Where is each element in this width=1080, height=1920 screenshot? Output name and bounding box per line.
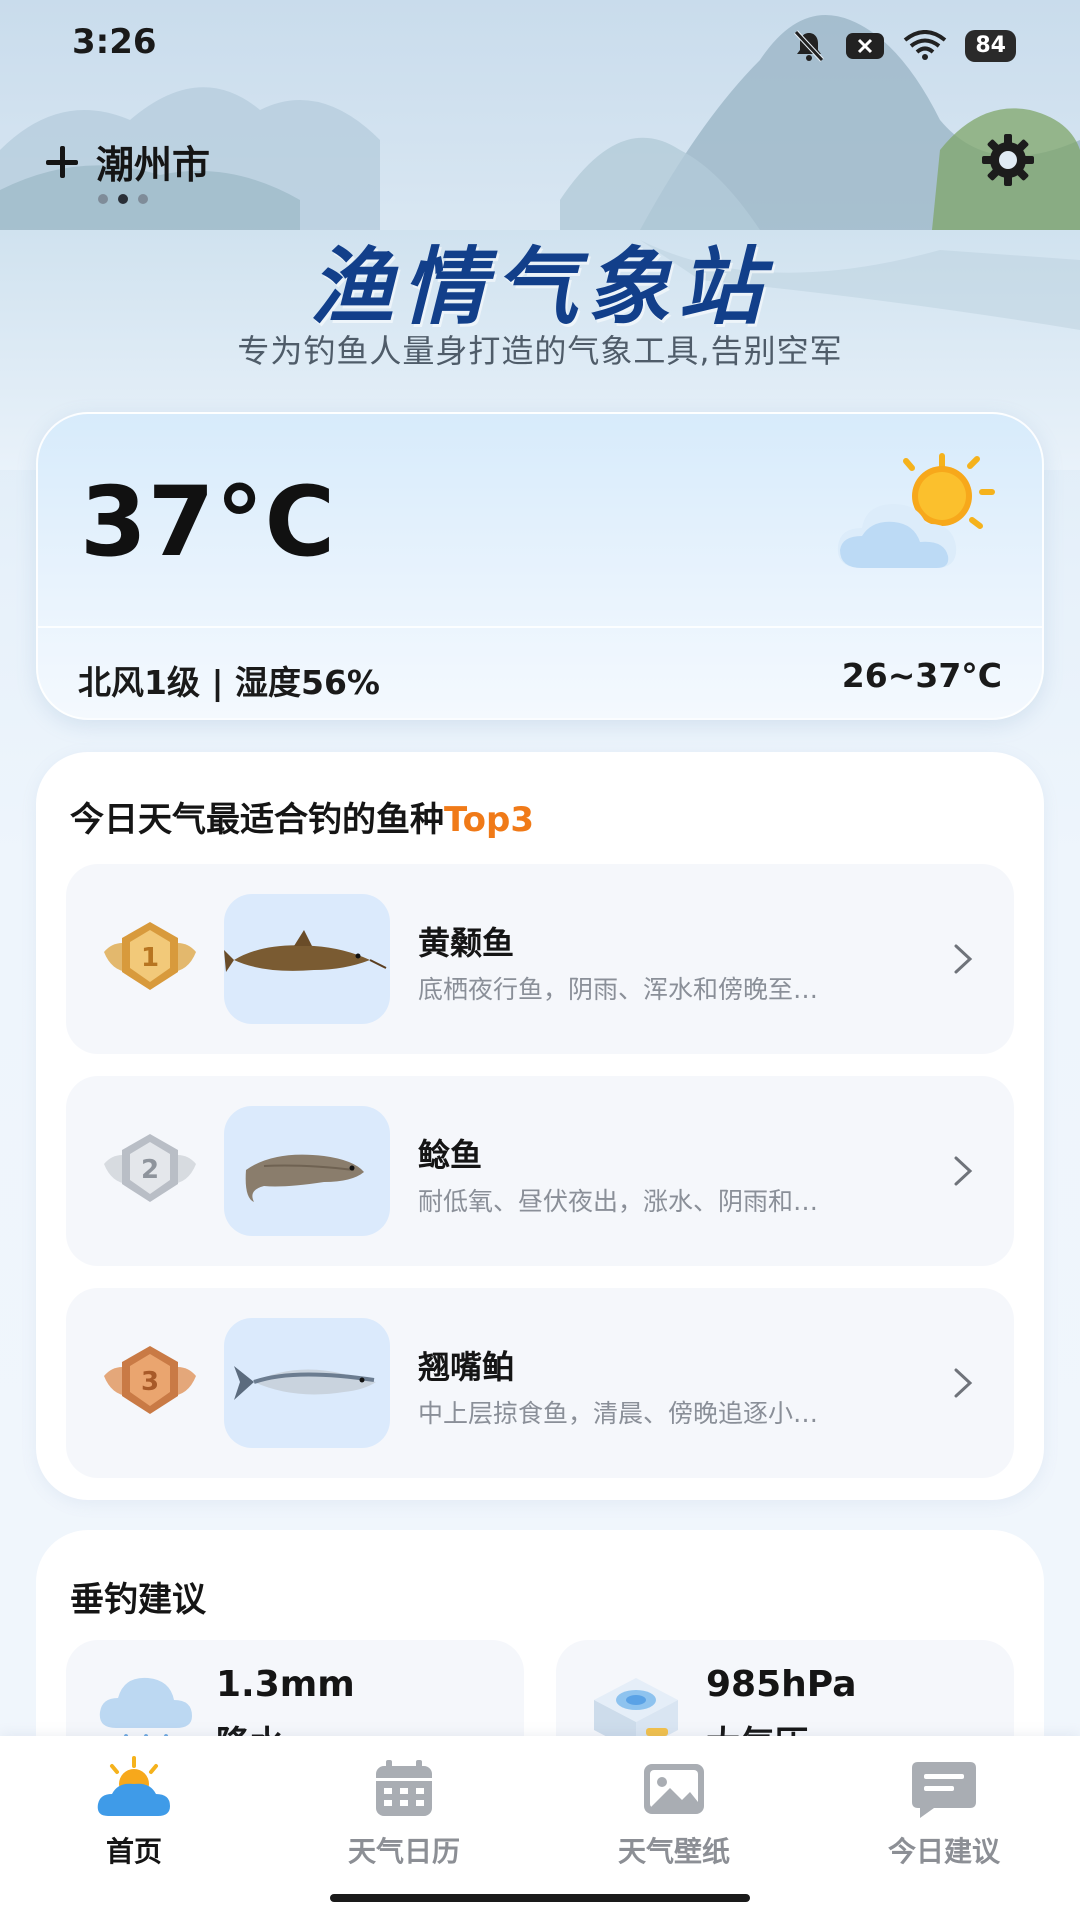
nav-wallpaper-label: 天气壁纸	[617, 1835, 730, 1868]
battery-level: 84	[965, 30, 1016, 62]
page-dot-active	[118, 194, 128, 204]
mute-bell-icon	[794, 30, 825, 62]
fish-description: 底栖夜行鱼，阴雨、浑水和傍晚至…	[418, 975, 819, 1004]
top3-fish-heading: 今日天气最适合钓的鱼种Top3	[70, 792, 534, 841]
page-dot	[138, 194, 148, 204]
pressure-value: 985hPa	[706, 1664, 857, 1705]
fish-thumbnail	[224, 1106, 390, 1236]
nav-home-label: 首页	[105, 1835, 162, 1868]
nav-advice-label: 今日建议	[887, 1835, 1000, 1868]
nav-weather-wallpaper[interactable]: 天气壁纸	[584, 1756, 764, 1870]
fish-thumbnail	[224, 1318, 390, 1448]
medal-rank: 3	[141, 1367, 159, 1397]
partly-cloudy-icon	[837, 453, 995, 568]
top3-fish-card: 今日天气最适合钓的鱼种Top3 1 黄颡鱼 底栖夜行鱼，阴雨、浑水和傍晚至… 2…	[36, 752, 1044, 1500]
chevron-right-icon	[954, 1368, 973, 1398]
nav-home[interactable]: 首页	[44, 1756, 224, 1870]
fish-description: 中上层掠食鱼，清晨、傍晚追逐小…	[418, 1399, 819, 1428]
app-subtitle: 专为钓鱼人量身打造的气象工具,告别空军	[237, 332, 843, 370]
fish-list-item[interactable]: 3 翘嘴鲌 中上层掠食鱼，清晨、傍晚追逐小…	[66, 1288, 1014, 1478]
settings-gear-icon[interactable]	[980, 132, 1036, 188]
status-time: 3:26	[72, 22, 157, 62]
bottom-navigation: 首页 天气日历 天气壁纸 今日建议	[0, 1736, 1080, 1920]
current-weather-card[interactable]: 37°C 北风1级 | 湿度56% 26~37°C	[36, 412, 1044, 720]
chevron-right-icon	[954, 1156, 973, 1186]
fish-name: 黄颡鱼	[418, 924, 515, 962]
home-weather-icon	[97, 1756, 170, 1816]
medal-rank: 2	[141, 1155, 159, 1185]
card-divider	[38, 626, 1042, 628]
sim-off-icon	[846, 33, 885, 59]
wind-humidity: 北风1级 | 湿度56%	[78, 663, 380, 702]
nav-weather-calendar[interactable]: 天气日历	[314, 1756, 494, 1870]
temperature-range: 26~37°C	[841, 656, 1002, 695]
app-title: 渔情气象站	[309, 237, 770, 336]
page-dot	[98, 194, 108, 204]
status-icons: 84	[791, 28, 1016, 64]
status-bar: 3:26 84	[0, 0, 1080, 92]
home-indicator[interactable]	[330, 1894, 750, 1902]
catfish-icon	[245, 1154, 364, 1202]
add-city-icon[interactable]	[42, 142, 82, 182]
fish-description: 耐低氧、昼伏夜出，涨水、阴雨和…	[418, 1187, 819, 1216]
medal-rank: 1	[141, 943, 159, 973]
current-temperature: 37°C	[80, 466, 337, 578]
city-page-indicator	[98, 194, 148, 204]
fish-list-item[interactable]: 2 鲶鱼 耐低氧、昼伏夜出，涨水、阴雨和…	[66, 1076, 1014, 1266]
fish-list-item[interactable]: 1 黄颡鱼 底栖夜行鱼，阴雨、浑水和傍晚至…	[66, 864, 1014, 1054]
message-icon	[912, 1762, 976, 1818]
wifi-icon	[904, 30, 947, 60]
catfish-yellow-icon	[224, 930, 387, 972]
city-selector[interactable]: 潮州市	[42, 134, 210, 189]
calendar-icon	[376, 1760, 432, 1816]
topmouth-culter-icon	[234, 1366, 376, 1400]
image-icon	[644, 1764, 704, 1814]
city-name: 潮州市	[96, 143, 211, 187]
gold-medal-icon: 1	[104, 922, 196, 990]
fish-heading-text: 今日天气最适合钓的鱼种	[70, 800, 444, 840]
fish-name: 翘嘴鲌	[418, 1348, 515, 1386]
nav-today-advice[interactable]: 今日建议	[854, 1756, 1034, 1870]
chevron-right-icon	[954, 944, 973, 974]
fish-thumbnail	[224, 894, 390, 1024]
silver-medal-icon: 2	[104, 1134, 196, 1202]
fish-name: 鲶鱼	[418, 1136, 483, 1174]
nav-calendar-label: 天气日历	[347, 1835, 460, 1868]
advice-heading: 垂钓建议	[70, 1580, 206, 1620]
precipitation-value: 1.3mm	[216, 1664, 355, 1705]
fish-heading-highlight: Top3	[444, 800, 535, 840]
bronze-medal-icon: 3	[104, 1346, 196, 1414]
